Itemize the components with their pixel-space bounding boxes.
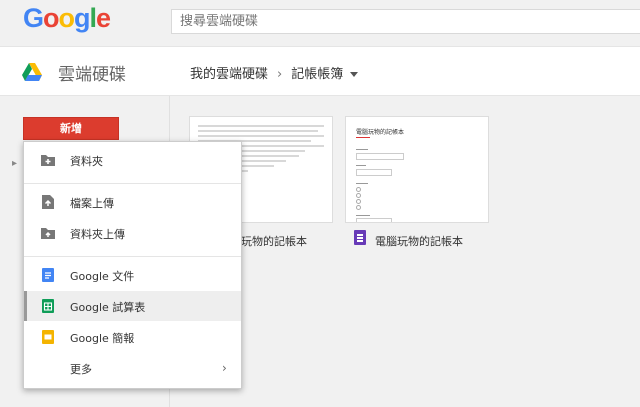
google-forms-icon	[354, 230, 366, 245]
menu-item-label: Google 試算表	[70, 301, 146, 314]
logo-letter: g	[74, 3, 90, 33]
menu-item-folder[interactable]: 資料夾	[24, 145, 241, 175]
top-header: Google	[0, 0, 640, 46]
menu-item-label: 更多	[70, 363, 92, 376]
form-preview-line	[356, 215, 370, 216]
google-sheets-icon	[42, 299, 54, 313]
google-slides-icon	[42, 330, 54, 344]
logo-letter: G	[23, 3, 44, 33]
app-title: 雲端硬碟	[58, 65, 126, 85]
app-bar: 雲端硬碟 我的雲端硬碟 › 記帳帳簿	[0, 46, 640, 96]
file-name[interactable]: 玩物的記帳本	[241, 233, 307, 249]
chevron-down-icon[interactable]	[350, 72, 359, 77]
logo-letter: o	[58, 3, 75, 33]
file-upload-icon	[42, 195, 54, 209]
menu-item-label: 檔案上傳	[70, 197, 114, 210]
menu-divider	[24, 183, 241, 184]
menu-item-google-docs[interactable]: Google 文件	[24, 260, 241, 290]
google-logo[interactable]: Google	[23, 3, 111, 34]
menu-item-label: Google 文件	[70, 270, 135, 283]
new-folder-icon	[41, 155, 55, 166]
breadcrumb: 我的雲端硬碟 › 記帳帳簿	[190, 63, 359, 82]
file-thumbnail-form[interactable]: 電腦玩物的記帳本	[345, 116, 489, 223]
menu-item-label: 資料夾	[70, 155, 103, 168]
menu-item-file-upload[interactable]: 檔案上傳	[24, 187, 241, 217]
breadcrumb-root[interactable]: 我的雲端硬碟	[190, 67, 268, 82]
form-preview-radio	[356, 199, 361, 204]
form-preview-line	[356, 137, 370, 138]
expand-arrow-icon[interactable]: ▸	[12, 158, 17, 169]
form-preview-box	[356, 218, 392, 222]
google-drive-icon[interactable]	[22, 63, 42, 81]
form-preview-title: 電腦玩物的記帳本	[356, 129, 405, 136]
menu-item-label: 資料夾上傳	[70, 228, 125, 241]
form-preview-radio	[356, 193, 361, 198]
menu-item-google-slides[interactable]: Google 簡報	[24, 322, 241, 352]
new-button[interactable]: 新增	[23, 117, 119, 140]
logo-letter: e	[96, 3, 111, 33]
form-preview-line	[356, 149, 368, 150]
folder-upload-icon	[41, 228, 55, 239]
form-preview-line	[356, 183, 368, 184]
new-menu-dropdown: 資料夾 檔案上傳 資料夾上傳 Google 文件 Google 試算表 Goog…	[23, 141, 242, 389]
search-input[interactable]	[171, 9, 640, 34]
chevron-right-icon: ›	[222, 361, 227, 375]
file-name[interactable]: 電腦玩物的記帳本	[375, 233, 463, 249]
form-preview-box	[356, 169, 392, 176]
form-preview-radio	[356, 205, 361, 210]
breadcrumb-separator: ›	[277, 67, 283, 82]
breadcrumb-current[interactable]: 記帳帳簿	[291, 67, 343, 82]
form-preview-box	[356, 153, 404, 160]
form-preview-radio	[356, 187, 361, 192]
menu-item-more[interactable]: 更多 ›	[24, 353, 241, 383]
menu-item-google-sheets[interactable]: Google 試算表	[24, 291, 241, 321]
logo-letter: o	[43, 3, 59, 33]
google-docs-icon	[42, 268, 54, 282]
menu-divider	[24, 256, 241, 257]
menu-item-label: Google 簡報	[70, 332, 135, 345]
menu-item-folder-upload[interactable]: 資料夾上傳	[24, 218, 241, 248]
form-preview-line	[356, 165, 366, 166]
